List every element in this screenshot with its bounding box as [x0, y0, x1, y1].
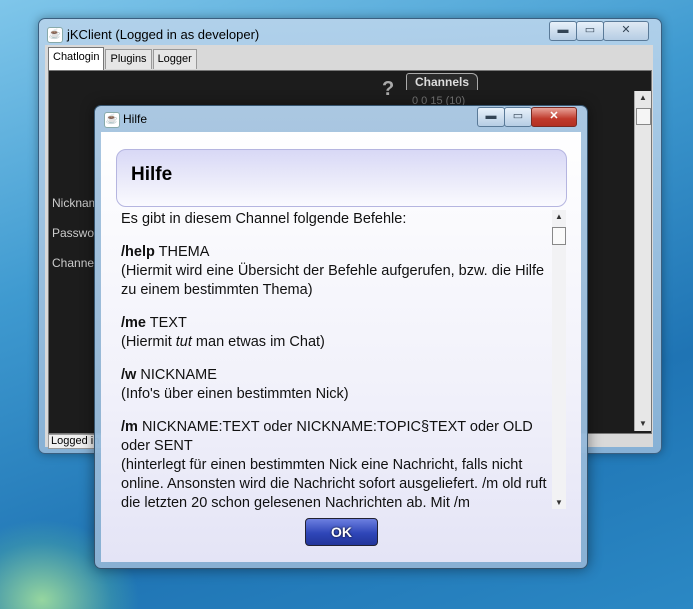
main-caption-buttons: ▬ ▭ ✕ [549, 21, 649, 41]
command-me: /me TEXT (Hiermit tut man etwas im Chat) [121, 314, 549, 352]
java-cup-icon: ☕ [47, 27, 63, 43]
dialog-caption-buttons: ▬ ▭ ✕ [477, 107, 577, 127]
maximize-icon[interactable]: ▭ [576, 21, 604, 41]
desc-part: man etwas im Chat) [191, 334, 325, 350]
help-icon[interactable]: ? [382, 78, 394, 101]
ok-button[interactable]: OK [305, 518, 378, 546]
help-text: Es gibt in diesem Channel folgende Befeh… [121, 210, 549, 510]
dialog-client-area: Hilfe Es gibt in diesem Channel folgende… [101, 132, 581, 562]
command-arg: NICKNAME [140, 367, 217, 383]
command-desc: (Info's über einen bestimmten Nick) [121, 386, 349, 402]
command-w: /w NICKNAME (Info's über einen bestimmte… [121, 366, 549, 404]
command-desc: (Hiermit tut man etwas im Chat) [121, 333, 549, 352]
minimize-icon[interactable]: ▬ [549, 21, 577, 41]
scroll-up-arrow-icon[interactable]: ▲ [552, 210, 566, 223]
command-desc: (Hiermit wird eine Übersicht der Befehle… [121, 263, 545, 298]
password-label: Passwo [52, 226, 95, 240]
channels-scrollbar[interactable]: ▲ ▼ [634, 91, 651, 431]
scroll-up-arrow-icon[interactable]: ▲ [635, 91, 651, 105]
main-window-title: jKClient (Logged in as developer) [67, 27, 260, 42]
command-name: /me [121, 315, 146, 331]
command-m: /m NICKNAME:TEXT oder NICKNAME:TOPIC§TEX… [121, 418, 549, 510]
command-desc: (hinterlegt für einen bestimmten Nick ei… [121, 457, 547, 510]
command-name: /m [121, 419, 138, 435]
channels-tab[interactable]: Channels [406, 73, 479, 90]
dialog-header: Hilfe [116, 149, 567, 207]
desc-part: (Hiermit [121, 334, 176, 350]
tab-chatlogin[interactable]: Chatlogin [48, 47, 105, 70]
help-dialog: ☕ Hilfe ▬ ▭ ✕ Hilfe Es gibt in diesem Ch… [94, 105, 588, 569]
command-arg: THEMA [158, 244, 210, 260]
scroll-down-arrow-icon[interactable]: ▼ [635, 417, 651, 431]
close-icon[interactable]: ✕ [603, 21, 649, 41]
command-arg: TEXT [149, 315, 187, 331]
dialog-title: Hilfe [123, 112, 148, 126]
channel-label: Channe [52, 256, 95, 270]
dialog-header-title: Hilfe [131, 164, 173, 185]
scroll-thumb[interactable] [552, 227, 566, 245]
tab-plugins[interactable]: Plugins [105, 49, 152, 69]
command-name: /help [121, 244, 155, 260]
main-tabs: Chatlogin Plugins Logger [48, 47, 198, 70]
java-cup-icon: ☕ [104, 112, 120, 128]
scroll-thumb[interactable] [636, 108, 651, 125]
minimize-icon[interactable]: ▬ [477, 107, 505, 127]
command-arg: NICKNAME:TEXT oder NICKNAME:TOPIC§TEXT o… [121, 419, 533, 454]
nickname-label: Nicknam [52, 196, 97, 210]
maximize-icon[interactable]: ▭ [504, 107, 532, 127]
desc-italic: tut [175, 334, 192, 350]
help-scrollbar[interactable]: ▲ ▼ [552, 210, 566, 509]
close-icon[interactable]: ✕ [531, 107, 577, 127]
help-intro: Es gibt in diesem Channel folgende Befeh… [121, 211, 407, 227]
tab-logger[interactable]: Logger [152, 49, 197, 69]
scroll-down-arrow-icon[interactable]: ▼ [552, 496, 566, 509]
command-help: /help THEMA (Hiermit wird eine Übersicht… [121, 243, 549, 300]
command-name: /w [121, 367, 137, 383]
